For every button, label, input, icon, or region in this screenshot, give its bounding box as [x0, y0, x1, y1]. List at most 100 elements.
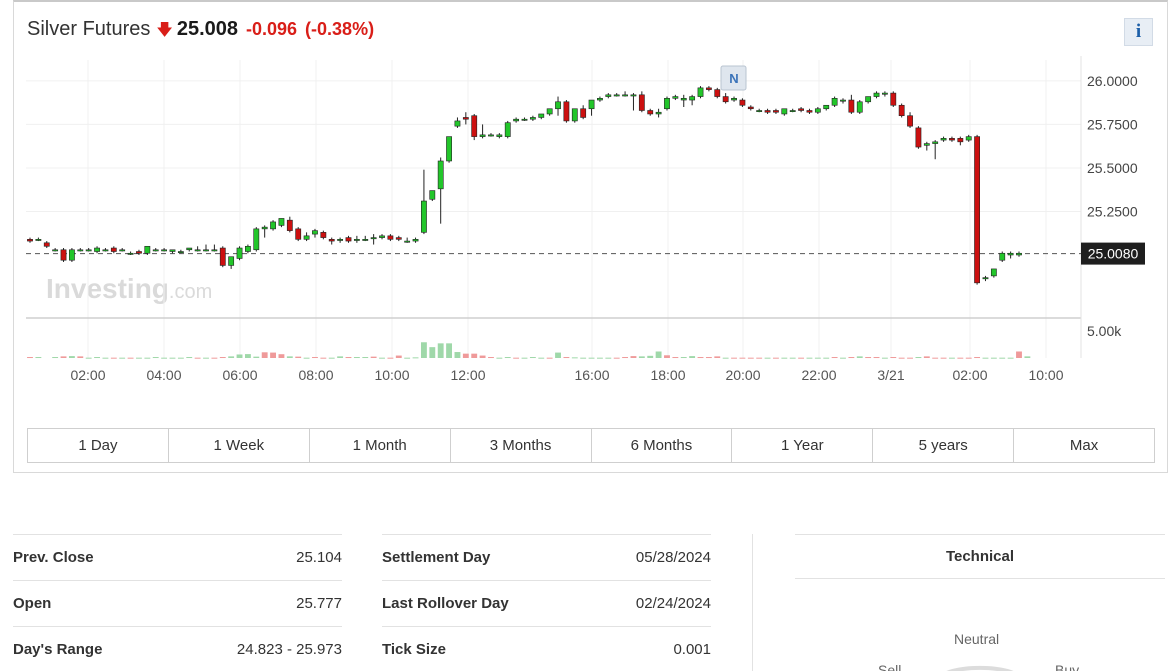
volume-bar — [756, 357, 763, 359]
volume-bar — [940, 357, 947, 359]
candle-down — [898, 104, 905, 117]
volume-bar — [529, 357, 536, 359]
range-3-months-button[interactable]: 3 Months — [450, 429, 592, 462]
volume-bar — [848, 357, 855, 359]
range-max-button[interactable]: Max — [1014, 429, 1154, 462]
volume-bar — [555, 352, 561, 358]
candle-down — [647, 110, 654, 115]
volume-bar — [831, 357, 838, 359]
candle-up — [1007, 252, 1014, 256]
candle-up — [177, 251, 184, 254]
volume-bar — [949, 357, 955, 359]
volume-bar — [705, 357, 712, 359]
candle-up — [882, 92, 888, 95]
candle-up — [127, 252, 134, 255]
volume-bar — [747, 357, 754, 359]
volume-bar — [546, 357, 553, 359]
volume-bar — [881, 357, 888, 359]
volume-bar — [345, 357, 352, 359]
candle-up — [245, 245, 251, 252]
candle-up — [672, 96, 679, 99]
volume-bar — [999, 357, 1006, 359]
volume-bar — [395, 355, 402, 358]
stat-value: 25.104 — [296, 549, 342, 566]
candle-down — [848, 99, 855, 113]
price-chart[interactable]: Investing.com 02:00 04:00 06:00 08:00 10:00 12… — [14, 2, 1167, 420]
candle-down — [890, 92, 897, 106]
candle-up — [630, 94, 637, 97]
volume-bar — [1007, 357, 1014, 359]
technical-widget: Technical Neutral Sell Buy — [795, 534, 1165, 671]
candle-down — [328, 239, 335, 242]
x-tick-label: 04:00 — [146, 367, 181, 383]
y-tick-label: 25.7500 — [1087, 116, 1138, 132]
candle-up — [169, 249, 176, 252]
volume-bar — [144, 357, 151, 359]
volume-bar — [379, 357, 385, 359]
stat-label: Settlement Day — [382, 549, 491, 566]
candle-up — [932, 141, 939, 144]
stat-label: Last Rollover Day — [382, 595, 509, 612]
volume-bar — [672, 357, 679, 359]
candle-down — [110, 247, 117, 252]
candle-up — [823, 104, 830, 110]
candle-up — [1016, 252, 1022, 256]
candle-down — [705, 87, 712, 90]
candle-up — [680, 98, 687, 101]
candle-down — [957, 138, 964, 143]
x-tick-label: 08:00 — [298, 367, 333, 383]
range-1-day-button[interactable]: 1 Day — [28, 429, 169, 462]
volume-bar — [261, 352, 268, 358]
candle-up — [353, 239, 360, 241]
volume-bar — [781, 357, 788, 359]
volume-bar — [404, 357, 411, 359]
volume-bar — [655, 351, 662, 358]
volume-bar — [773, 357, 779, 359]
volume-bar — [253, 356, 260, 358]
range-1-year-button[interactable]: 1 Year — [732, 429, 874, 462]
x-tick-label: 02:00 — [70, 367, 105, 383]
volume-bar — [907, 357, 913, 359]
volume-bar — [446, 343, 453, 358]
range-5-years-button[interactable]: 5 years — [873, 429, 1015, 462]
volume-bar — [488, 357, 494, 359]
volume-bar — [647, 355, 654, 358]
candle-down — [915, 127, 922, 148]
candle-up — [421, 200, 427, 233]
stat-row-open: Open 25.777 — [13, 580, 342, 626]
x-tick-label: 10:00 — [1028, 367, 1063, 383]
volume-bar — [429, 347, 436, 358]
candle-down — [563, 101, 570, 122]
volume-bar — [337, 356, 344, 358]
stats-column-middle: Settlement Day 05/28/2024 Last Rollover … — [382, 534, 711, 671]
range-1-week-button[interactable]: 1 Week — [168, 429, 310, 462]
candle-up — [161, 249, 167, 252]
candle-down — [43, 242, 50, 247]
volume-bar — [136, 357, 142, 359]
range-6-months-button[interactable]: 6 Months — [591, 429, 733, 462]
candle-up — [77, 249, 84, 252]
volume-bar — [169, 357, 176, 359]
candle-down — [714, 89, 721, 97]
candle-down — [949, 138, 955, 141]
candle-up — [538, 113, 545, 118]
stat-value: 02/24/2024 — [635, 595, 711, 612]
volume-bar — [35, 357, 42, 359]
y-tick-label: 26.0000 — [1087, 73, 1138, 89]
candle-up — [597, 98, 603, 101]
volume-bar — [605, 357, 612, 359]
stat-row-prev-close: Prev. Close 25.104 — [13, 534, 342, 580]
range-1-month-button[interactable]: 1 Month — [309, 429, 451, 462]
stat-value: 0.001 — [673, 641, 711, 658]
candle-up — [454, 120, 461, 127]
candle-up — [203, 249, 209, 252]
candle-up — [697, 87, 704, 97]
volume-bar — [923, 356, 930, 358]
candle-up — [52, 249, 59, 252]
candle-up — [379, 235, 385, 238]
candle-down — [27, 239, 33, 242]
candle-up — [119, 249, 126, 252]
candle-down — [907, 115, 913, 127]
candle-up — [303, 235, 310, 240]
volume-bar — [680, 357, 687, 359]
